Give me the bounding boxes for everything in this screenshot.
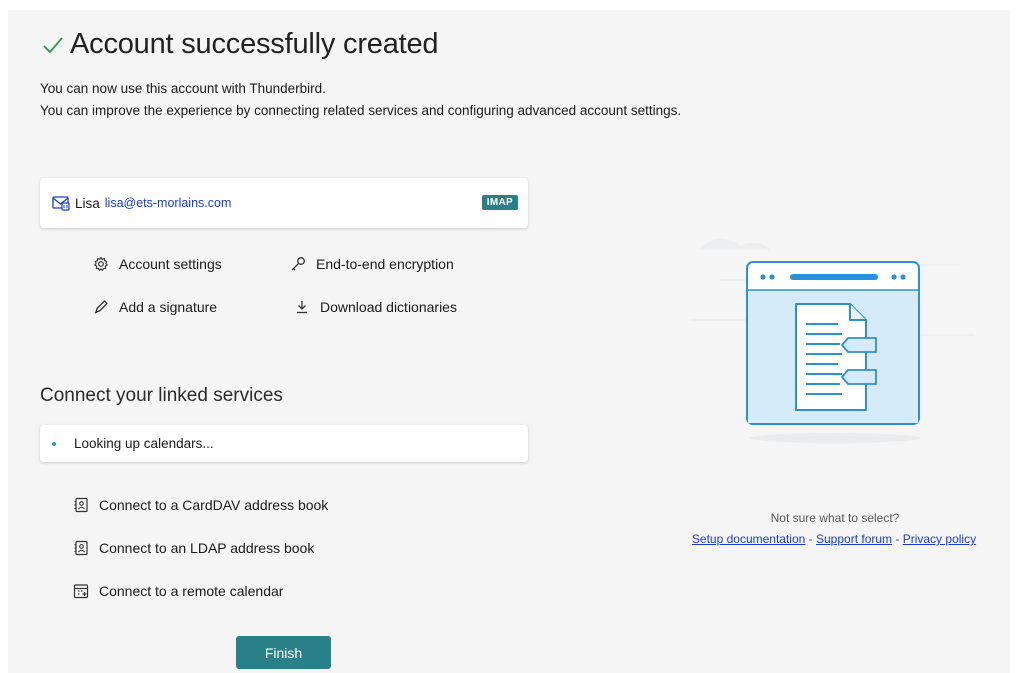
link-separator: - bbox=[892, 532, 903, 546]
download-dictionaries-label: Download dictionaries bbox=[320, 299, 457, 315]
check-icon bbox=[43, 36, 63, 53]
add-signature-label: Add a signature bbox=[119, 299, 218, 315]
account-settings-button[interactable]: Account settings bbox=[93, 256, 222, 272]
subtitle-line-2: You can improve the experience by connec… bbox=[40, 103, 682, 118]
setup-documentation-link[interactable]: Setup documentation bbox=[692, 532, 805, 546]
link-separator: - bbox=[805, 532, 816, 546]
account-settings-label: Account settings bbox=[119, 256, 222, 272]
download-dictionaries-button[interactable]: Download dictionaries bbox=[294, 299, 457, 315]
encryption-label: End-to-end encryption bbox=[316, 256, 454, 272]
download-icon bbox=[297, 301, 307, 314]
document-window-illustration bbox=[690, 238, 975, 443]
finish-button[interactable]: Finish bbox=[236, 636, 331, 669]
add-signature-button[interactable]: Add a signature bbox=[93, 299, 217, 315]
calendar-lookup-status: Looking up calendars... bbox=[40, 425, 528, 462]
linked-services-title: Connect your linked services bbox=[40, 385, 283, 406]
subtitle-line-1: You can now use this account with Thunde… bbox=[40, 81, 326, 96]
connect-remote-calendar-button[interactable]: Connect to a remote calendar bbox=[73, 583, 283, 599]
address-book-icon bbox=[74, 497, 88, 513]
connect-ldap-button[interactable]: Connect to an LDAP address book bbox=[73, 540, 314, 556]
carddav-label: Connect to a CardDAV address book bbox=[99, 497, 329, 513]
page-title: Account successfully created bbox=[70, 28, 439, 60]
account-card: Lisa lisa@ets-morlains.com IMAP bbox=[40, 178, 528, 228]
encryption-button[interactable]: End-to-end encryption bbox=[290, 256, 454, 272]
address-book-icon bbox=[74, 540, 88, 556]
mail-account-icon bbox=[52, 196, 70, 211]
help-prompt: Not sure what to select? bbox=[770, 511, 900, 525]
loading-spinner-icon bbox=[52, 441, 56, 446]
account-type-badge: IMAP bbox=[481, 195, 518, 210]
title-row: Account successfully created bbox=[40, 28, 439, 61]
help-links: Setup documentation - Support forum - Pr… bbox=[669, 532, 999, 546]
key-icon bbox=[291, 257, 305, 271]
ldap-label: Connect to an LDAP address book bbox=[99, 540, 315, 556]
account-name: Lisa bbox=[75, 195, 100, 211]
gear-icon bbox=[93, 256, 109, 272]
connect-carddav-button[interactable]: Connect to a CardDAV address book bbox=[73, 497, 328, 513]
lookup-status-text: Looking up calendars... bbox=[74, 436, 214, 451]
privacy-policy-link[interactable]: Privacy policy bbox=[903, 532, 976, 546]
account-email: lisa@ets-morlains.com bbox=[104, 196, 232, 210]
pencil-icon bbox=[94, 300, 108, 314]
remote-calendar-label: Connect to a remote calendar bbox=[99, 583, 284, 599]
support-forum-link[interactable]: Support forum bbox=[816, 532, 892, 546]
calendar-icon bbox=[73, 584, 89, 599]
